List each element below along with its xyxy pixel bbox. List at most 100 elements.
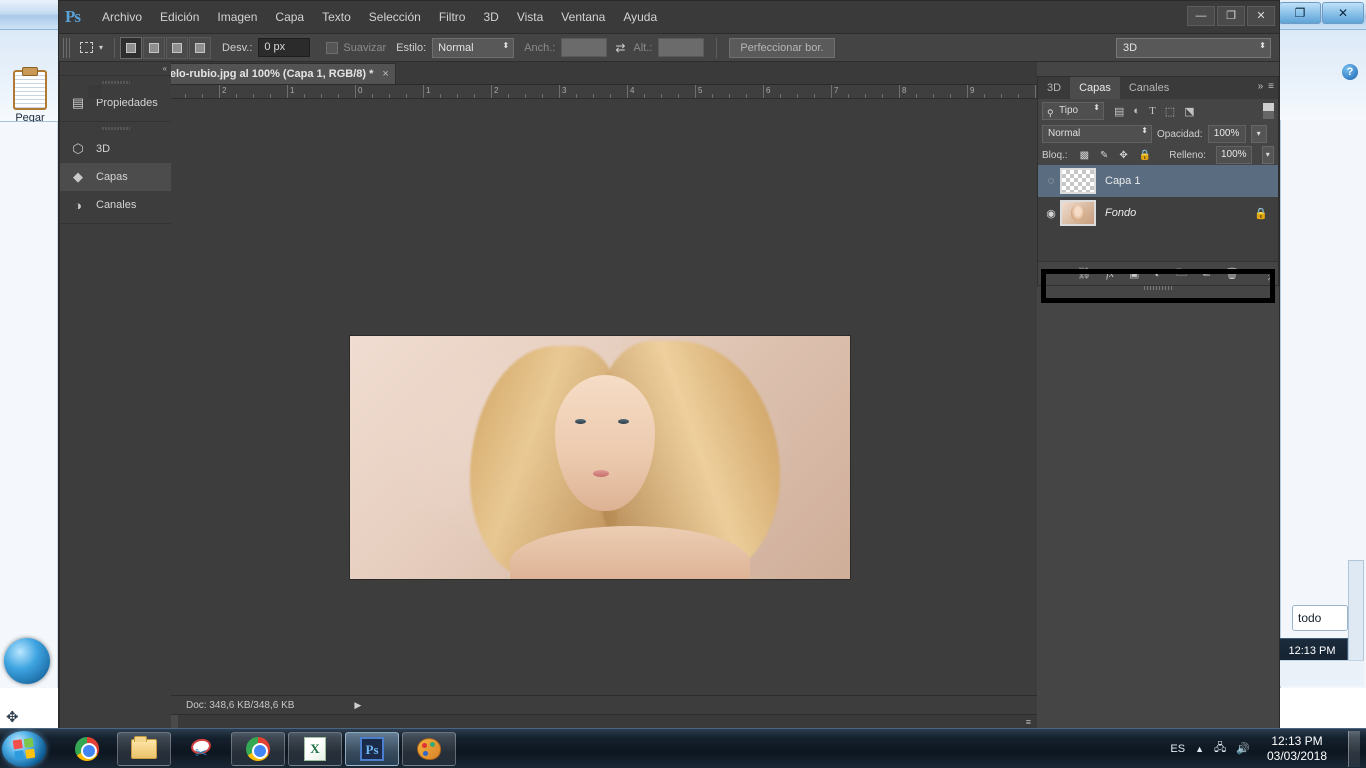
taskbar-chrome-1[interactable] (60, 732, 114, 766)
layer-visibility-toggle-fondo[interactable]: ◉ (1042, 207, 1060, 220)
status-bar[interactable]: 100% ▤ Doc: 348,6 KB/348,6 KB ▶ (88, 695, 1037, 714)
menu-archivo[interactable]: Archivo (93, 6, 151, 28)
layer-filter-row[interactable]: ⚲ Tipo ⬍ ▤ ◐ T ⬚ ⬔ (1038, 99, 1278, 123)
opacity-value[interactable]: 100% (1207, 125, 1246, 143)
help-icon[interactable]: ? (1342, 64, 1358, 80)
taskbar-items[interactable]: X Ps (60, 731, 456, 766)
layer-name-fondo[interactable]: Fondo (1105, 207, 1136, 219)
tray-overflow-icon[interactable]: ▲ (1195, 744, 1204, 754)
system-tray[interactable]: ES ▲ 🖧 🔊 12:13 PM 03/03/2018 (1170, 730, 1366, 767)
lock-all-icon[interactable]: 🔒 (1139, 150, 1151, 161)
status-menu-arrow-icon[interactable]: ▶ (354, 700, 361, 711)
start-button[interactable] (2, 730, 46, 767)
timeline-menu-icon[interactable]: ≡ (1026, 717, 1031, 727)
layers-panel-tab-icons[interactable]: » ≡ (1258, 81, 1274, 92)
language-indicator[interactable]: ES (1170, 743, 1185, 755)
selection-mode-group[interactable] (120, 36, 212, 59)
taskbar[interactable]: X Ps ES ▲ 🖧 🔊 12:13 PM 03/03/2018 (0, 728, 1366, 768)
adjustment-layer-icon[interactable]: ◐ (1154, 268, 1161, 280)
canvas[interactable] (102, 99, 1037, 695)
panel-bottom-grip[interactable] (1144, 286, 1172, 290)
close-icon[interactable]: × (382, 68, 388, 80)
taskbar-photoshop[interactable]: Ps (345, 731, 399, 766)
marquee-tool-icon[interactable] (75, 37, 97, 59)
tab-capas[interactable]: Capas (1070, 77, 1120, 99)
photoshop-titlebar[interactable]: Ps Archivo Edición Imagen Capa Texto Sel… (59, 1, 1279, 34)
opacity-slider-arrow-icon[interactable]: ▾ (1250, 125, 1267, 143)
background-close-button[interactable]: ✕ (1322, 2, 1364, 24)
minimize-button[interactable]: — (1187, 6, 1215, 26)
right-dock-header[interactable]: « (60, 62, 171, 76)
layers-panel[interactable]: 3D Capas Canales » ≡ ⚲ Tipo ⬍ ▤ ◐ T ⬚ ⬔ … (1037, 76, 1279, 290)
expand-panels-icon[interactable]: » (1258, 81, 1264, 92)
new-group-icon[interactable]: 🗀 (1176, 264, 1187, 283)
new-selection-button[interactable] (120, 36, 143, 59)
subtract-from-selection-button[interactable] (166, 36, 189, 59)
menu-bar[interactable]: Archivo Edición Imagen Capa Texto Selecc… (93, 1, 666, 34)
feather-input[interactable]: 0 px (258, 38, 311, 57)
photoshop-window-controls[interactable]: — ❐ ✕ (1185, 6, 1275, 26)
width-input[interactable] (561, 38, 608, 57)
dock-group-layers[interactable]: ⬡ 3D ◆ Capas ◑ Canales (60, 124, 171, 224)
tool-preset-chevron-icon[interactable]: ▾ (99, 43, 103, 52)
dock-item-propiedades[interactable]: ▤ Propiedades (60, 89, 171, 117)
fill-value[interactable]: 100% (1215, 146, 1252, 164)
document-tab-bar[interactable]: mujer-de-pelo-rubio.jpg al 100% (Capa 1,… (88, 62, 1037, 85)
style-select[interactable]: Normal ⬍ (432, 37, 515, 58)
options-bar[interactable]: ▾ Desv.: 0 px Suavizar Estilo: Normal ⬍ … (59, 34, 1279, 62)
blend-mode-select[interactable]: Normal ⬍ (1042, 125, 1152, 143)
tray-clock[interactable]: 12:13 PM 03/03/2018 (1260, 734, 1334, 764)
layer-thumbnail-fondo[interactable] (1060, 200, 1096, 226)
antialias-checkbox[interactable] (326, 41, 339, 54)
layer-list[interactable]: ◌ Capa 1 ◉ Fondo 🔒 (1038, 165, 1278, 261)
layer-row-capa-1[interactable]: ◌ Capa 1 (1038, 165, 1278, 197)
layer-mask-icon[interactable]: ▣ (1129, 267, 1139, 280)
layer-style-icon[interactable]: fx (1106, 268, 1114, 280)
horizontal-ruler[interactable]: 654321012345678910111213141516171819 (88, 85, 1037, 99)
blend-mode-row[interactable]: Normal ⬍ Opacidad: 100% ▾ (1038, 123, 1278, 145)
tab-canales[interactable]: Canales (1120, 77, 1178, 99)
layer-visibility-toggle-capa-1[interactable]: ◌ (1042, 175, 1060, 187)
layer-filter-icons[interactable]: ▤ ◐ T ⬚ ⬔ (1114, 105, 1195, 118)
photoshop-window[interactable]: Ps Archivo Edición Imagen Capa Texto Sel… (58, 0, 1280, 730)
right-dock[interactable]: « ▤ Propiedades ⬡ 3D ◆ Capas ◑ Canales (59, 62, 171, 729)
link-layers-icon[interactable]: ⛓ (1077, 267, 1091, 280)
menu-ayuda[interactable]: Ayuda (614, 6, 666, 28)
menu-filtro[interactable]: Filtro (430, 6, 475, 28)
dock-group-grip-2[interactable] (101, 124, 130, 133)
layer-filter-type-select[interactable]: ⚲ Tipo ⬍ (1042, 102, 1104, 120)
image-filter-icon[interactable]: ▤ (1114, 105, 1124, 118)
layers-panel-footer[interactable]: ⛓ fx ▣ ◐ 🗀 ⧉ 🗑 (1038, 261, 1278, 285)
intersect-selection-button[interactable] (189, 36, 212, 59)
layers-panel-tabs[interactable]: 3D Capas Canales » ≡ (1038, 77, 1278, 99)
menu-capa[interactable]: Capa (266, 6, 313, 28)
add-to-selection-button[interactable] (143, 36, 166, 59)
menu-texto[interactable]: Texto (313, 6, 360, 28)
show-desktop-button[interactable] (1348, 730, 1360, 767)
dock-item-capas[interactable]: ◆ Capas (60, 163, 171, 191)
menu-imagen[interactable]: Imagen (208, 6, 266, 28)
todo-field[interactable]: todo (1292, 605, 1348, 631)
lock-pixels-icon[interactable]: ✎ (1100, 150, 1108, 161)
taskbar-snipping-tool[interactable] (174, 732, 228, 766)
delete-layer-icon[interactable]: 🗑 (1225, 267, 1239, 280)
collapse-dock-icon[interactable]: « (163, 64, 167, 73)
background-restore-button[interactable]: ❐ (1279, 2, 1321, 24)
filter-toggle-icon[interactable] (1263, 103, 1274, 119)
panel-menu-icon[interactable]: ≡ (1268, 81, 1274, 92)
taskbar-excel[interactable]: X (288, 731, 342, 766)
dock-group-grip-1[interactable] (101, 78, 130, 87)
lock-icons[interactable]: ▩ ✎ ✥ 🔒 (1080, 150, 1152, 161)
menu-edicion[interactable]: Edición (151, 6, 208, 28)
smartobject-filter-icon[interactable]: ⬔ (1184, 105, 1194, 118)
shape-filter-icon[interactable]: ⬚ (1165, 105, 1175, 118)
new-layer-icon[interactable]: ⧉ (1202, 267, 1210, 280)
menu-3d[interactable]: 3D (474, 6, 507, 28)
workspace-select[interactable]: 3D ⬍ (1116, 38, 1271, 58)
layer-name-capa-1[interactable]: Capa 1 (1105, 175, 1140, 187)
network-icon[interactable]: 🖧 (1214, 739, 1226, 758)
taskbar-paint[interactable] (402, 731, 456, 766)
maximize-button[interactable]: ❐ (1217, 6, 1245, 26)
refine-edge-button[interactable]: Perfeccionar bor. (729, 37, 835, 58)
lock-transparency-icon[interactable]: ▩ (1080, 150, 1089, 161)
